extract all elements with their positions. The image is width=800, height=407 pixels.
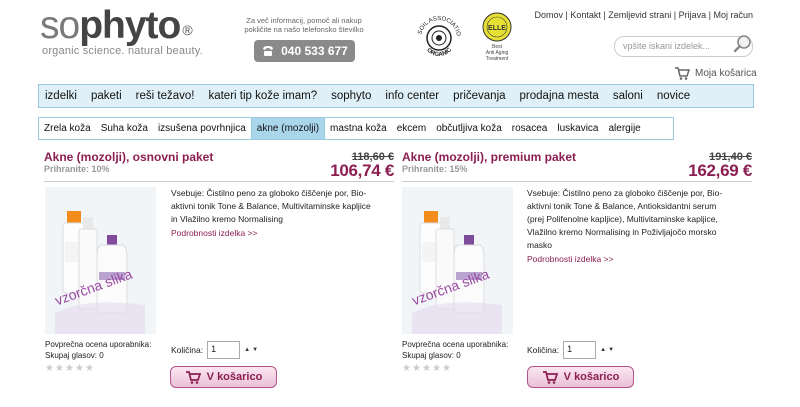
tab-alergije[interactable]: alergije bbox=[604, 118, 646, 139]
quantity-input[interactable]: 1 bbox=[563, 341, 597, 359]
star-icon[interactable]: ★ bbox=[432, 364, 441, 374]
product-description-block: Vsebuje: Čistilno peno za globoko čiščen… bbox=[171, 187, 371, 238]
product-new-price: 106,74 € bbox=[330, 161, 394, 180]
cart-icon bbox=[185, 370, 201, 384]
star-icon[interactable]: ★ bbox=[55, 364, 64, 374]
link-home[interactable]: Domov bbox=[535, 10, 564, 20]
nav-item-prodajna-mesta[interactable]: prodajna mesta bbox=[520, 90, 599, 102]
add-to-cart-button[interactable]: V košarico bbox=[170, 366, 277, 388]
quantity-input[interactable]: 1 bbox=[207, 341, 241, 359]
award-seal-icon: ELLE bbox=[482, 12, 512, 42]
product-divider bbox=[402, 181, 752, 182]
nav-item-izdelki[interactable]: izdelki bbox=[45, 90, 77, 102]
votes-label: Skupaj glasov: 0 bbox=[402, 351, 461, 360]
rating-block: Povprečna ocena uporabnika: Skupaj glaso… bbox=[402, 339, 522, 374]
phone-button[interactable]: 040 533 677 bbox=[254, 40, 355, 62]
product-description: Vsebuje: Čistilno peno za globoko čiščen… bbox=[171, 188, 371, 224]
tab-rosacea[interactable]: rosacea bbox=[507, 118, 553, 139]
tab-suha-koza[interactable]: Suha koža bbox=[96, 118, 153, 139]
link-my-account[interactable]: Moj račun bbox=[713, 10, 753, 20]
quantity-label: Količina: bbox=[527, 345, 560, 355]
add-to-cart-label: V košarico bbox=[563, 371, 620, 383]
phone-icon bbox=[263, 46, 274, 56]
product-details-link[interactable]: Podrobnosti izdelka >> bbox=[527, 254, 727, 264]
product-new-price: 162,69 € bbox=[688, 161, 752, 180]
tab-zrela-koza[interactable]: Zrela koža bbox=[39, 118, 96, 139]
cart-icon bbox=[675, 67, 690, 80]
link-contact[interactable]: Kontakt bbox=[570, 10, 601, 20]
link-login[interactable]: Prijava bbox=[679, 10, 707, 20]
product-details-link[interactable]: Podrobnosti izdelka >> bbox=[171, 228, 371, 238]
star-icon[interactable]: ★ bbox=[422, 364, 431, 374]
cart-icon bbox=[542, 370, 558, 384]
badge-ell-logo: ELLE bbox=[488, 25, 506, 32]
star-icon[interactable]: ★ bbox=[65, 364, 74, 374]
product-bottles-icon bbox=[55, 211, 145, 334]
tab-luskavica[interactable]: luskavica bbox=[552, 118, 603, 139]
nav-item-sophyto[interactable]: sophyto bbox=[331, 90, 371, 102]
link-sitemap[interactable]: Zemljevid strani bbox=[608, 10, 671, 20]
nav-item-novice[interactable]: novice bbox=[657, 90, 690, 102]
contact-info-text: Za več informacij, pomoč ali nakup pokli… bbox=[244, 16, 364, 34]
rating-label: Povprečna ocena uporabnika: bbox=[402, 340, 509, 349]
main-nav: izdelki paketi reši težavo! kateri tip k… bbox=[38, 84, 754, 108]
soil-association-badge: SOIL ASSOCIATION ORGANIC bbox=[411, 8, 465, 64]
rating-label: Povprečna ocena uporabnika: bbox=[45, 340, 152, 349]
rating-stars[interactable]: ★ ★ ★ ★ ★ bbox=[402, 364, 522, 374]
add-to-cart-label: V košarico bbox=[206, 371, 263, 383]
product-description: Vsebuje: Čistilno peno za globoko čiščen… bbox=[527, 188, 723, 250]
site-tagline: organic science. natural beauty. bbox=[42, 45, 203, 57]
site-logo[interactable]: sophyto ® bbox=[40, 4, 193, 47]
star-icon[interactable]: ★ bbox=[45, 364, 54, 374]
product-description-block: Vsebuje: Čistilno peno za globoko čiščen… bbox=[527, 187, 727, 264]
product-bottles-icon bbox=[412, 211, 502, 334]
tab-obcutljiva-koza[interactable]: občutljiva koža bbox=[431, 118, 507, 139]
badge-soil-center: ORGANIC bbox=[425, 47, 453, 59]
nav-item-resi-tezavo[interactable]: reši težavo! bbox=[136, 90, 195, 102]
tab-ekcem[interactable]: ekcem bbox=[392, 118, 431, 139]
rating-stars[interactable]: ★ ★ ★ ★ ★ bbox=[45, 364, 165, 374]
logo-registered-mark: ® bbox=[182, 22, 192, 38]
tab-mastna-koza[interactable]: mastna koža bbox=[325, 118, 392, 139]
quantity-stepper-icon[interactable]: ▲▼ bbox=[600, 347, 616, 353]
tab-akne[interactable]: akne (mozolji) bbox=[250, 118, 326, 139]
quantity-label: Količina: bbox=[171, 345, 204, 355]
product-image[interactable]: vzorčna slika bbox=[402, 187, 513, 334]
nav-item-pricevanja[interactable]: pričevanja bbox=[453, 90, 505, 102]
tab-izsusena-povrhnjica[interactable]: izsušena povrhnjica bbox=[153, 118, 251, 139]
add-to-cart-button[interactable]: V košarico bbox=[527, 366, 634, 388]
nav-item-tip-koze[interactable]: kateri tip kože imam? bbox=[208, 90, 317, 102]
logo-text-phyto: phyto bbox=[79, 4, 181, 47]
product-image[interactable]: vzorčna slika bbox=[45, 187, 156, 334]
logo-text-so: so bbox=[40, 4, 80, 47]
phone-number: 040 533 677 bbox=[281, 44, 348, 58]
search-icon[interactable] bbox=[733, 34, 753, 54]
elle-award-badge: ELLE Best Anti Aging Treatment bbox=[478, 12, 516, 70]
star-icon[interactable]: ★ bbox=[402, 364, 411, 374]
star-icon[interactable]: ★ bbox=[442, 364, 451, 374]
nav-item-saloni[interactable]: saloni bbox=[613, 90, 643, 102]
badge-ell-line3: Treatment bbox=[485, 56, 509, 62]
skin-type-tabs: Zrela koža Suha koža izsušena povrhnjica… bbox=[38, 117, 674, 140]
svg-text:SOIL ASSOCIATION: SOIL ASSOCIATION bbox=[413, 12, 461, 37]
quantity-row: Količina: 1 ▲▼ bbox=[171, 341, 260, 359]
cart-link[interactable]: Moja košarica bbox=[674, 67, 757, 80]
star-icon[interactable]: ★ bbox=[85, 364, 94, 374]
star-icon[interactable]: ★ bbox=[75, 364, 84, 374]
votes-label: Skupaj glasov: 0 bbox=[45, 351, 104, 360]
quantity-row: Količina: 1 ▲▼ bbox=[527, 341, 616, 359]
cart-label: Moja košarica bbox=[695, 68, 757, 79]
rating-block: Povprečna ocena uporabnika: Skupaj glaso… bbox=[45, 339, 165, 374]
nav-item-paketi[interactable]: paketi bbox=[91, 90, 122, 102]
star-icon[interactable]: ★ bbox=[412, 364, 421, 374]
badge-soil-text: SOIL ASSOCIATION bbox=[411, 8, 461, 37]
product-divider bbox=[44, 181, 394, 182]
top-links: Domov | Kontakt | Zemljevid strani | Pri… bbox=[534, 10, 753, 20]
nav-item-info-center[interactable]: info center bbox=[385, 90, 439, 102]
quantity-stepper-icon[interactable]: ▲▼ bbox=[244, 347, 260, 353]
svg-text:ORGANIC: ORGANIC bbox=[425, 47, 453, 59]
